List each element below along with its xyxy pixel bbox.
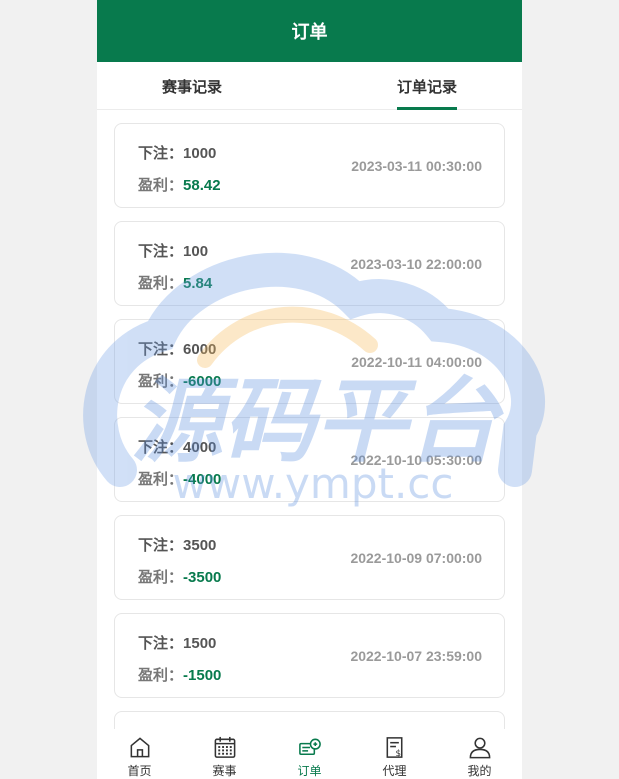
profit-row: 盈利：-4000 xyxy=(138,471,222,488)
order-card[interactable]: 下注：100 盈利：5.84 2023-03-10 22:00:00 xyxy=(114,221,505,306)
record-tabs: 赛事记录 订单记录 xyxy=(97,62,522,110)
bet-row: 下注：1500 xyxy=(138,635,217,652)
bet-amount: 4000 xyxy=(183,439,217,456)
home-icon xyxy=(130,737,149,758)
bet-row: 下注：3500 xyxy=(138,537,217,554)
nav-matches[interactable]: 赛事 xyxy=(182,729,267,779)
nav-matches-label: 赛事 xyxy=(212,764,237,778)
order-time: 2023-03-10 22:00:00 xyxy=(350,256,482,272)
svg-text:$: $ xyxy=(395,749,401,759)
tab-match-records[interactable]: 赛事记录 xyxy=(157,62,227,110)
order-card[interactable]: 下注：1500 盈利：-1500 2022-10-07 23:59:00 xyxy=(114,613,505,698)
profit-amount: -3500 xyxy=(183,569,222,586)
bottom-nav: 首页 赛事 订单 $ 代理 我的 xyxy=(97,729,522,779)
bet-amount: 6000 xyxy=(183,341,217,358)
profit-row: 盈利：-1500 xyxy=(138,667,222,684)
tab-order-records[interactable]: 订单记录 xyxy=(392,62,462,110)
order-card[interactable]: 下注：3500 盈利：-3500 2022-10-09 07:00:00 xyxy=(114,515,505,600)
bet-row: 下注：1000 xyxy=(138,145,217,162)
order-time: 2022-10-11 04:00:00 xyxy=(351,354,482,370)
order-time: 2023-03-11 00:30:00 xyxy=(351,158,482,174)
nav-orders[interactable]: 订单 xyxy=(267,729,352,779)
bet-row: 下注：4000 xyxy=(138,439,217,456)
bet-row: 下注：6000 xyxy=(138,341,217,358)
profit-row: 盈利：58.42 xyxy=(138,177,221,194)
profit-row: 盈利：-6000 xyxy=(138,373,222,390)
order-time: 2022-10-07 23:59:00 xyxy=(350,648,482,664)
page-title: 订单 xyxy=(291,22,328,42)
profit-amount: -6000 xyxy=(183,373,222,390)
nav-agent-label: 代理 xyxy=(382,764,407,778)
nav-home[interactable]: 首页 xyxy=(97,729,182,779)
order-card[interactable]: 下注：6000 盈利：-6000 2022-10-11 04:00:00 xyxy=(114,319,505,404)
profit-row: 盈利：-3500 xyxy=(138,569,222,586)
app-frame: 订单 赛事记录 订单记录 下注：1000 盈利：58.42 2023-03-11… xyxy=(97,0,522,779)
top-bar: 订单 xyxy=(97,0,522,62)
nav-mine-label: 我的 xyxy=(467,764,492,778)
order-card[interactable]: 下注：4000 盈利：-4000 2022-10-10 05:30:00 xyxy=(114,417,505,502)
bet-amount: 100 xyxy=(183,243,209,260)
bet-amount: 3500 xyxy=(183,537,217,554)
profit-amount: -1500 xyxy=(183,667,222,684)
order-list: 下注：1000 盈利：58.42 2023-03-11 00:30:00 下注：… xyxy=(114,123,505,779)
nav-mine[interactable]: 我的 xyxy=(437,729,522,779)
agent-doc-icon: $ xyxy=(386,737,402,759)
nav-home-label: 首页 xyxy=(127,764,152,778)
order-icon xyxy=(298,738,321,755)
order-time: 2022-10-09 07:00:00 xyxy=(350,550,482,566)
profit-amount: 5.84 xyxy=(183,275,213,292)
profit-amount: -4000 xyxy=(183,471,222,488)
bet-amount: 1000 xyxy=(183,145,217,162)
order-time: 2022-10-10 05:30:00 xyxy=(350,452,482,468)
bet-row: 下注：100 xyxy=(138,243,209,260)
user-icon xyxy=(469,737,490,759)
bet-amount: 1500 xyxy=(183,635,217,652)
profit-row: 盈利：5.84 xyxy=(138,275,213,292)
profit-amount: 58.42 xyxy=(183,177,221,194)
order-card[interactable]: 下注：1000 盈利：58.42 2023-03-11 00:30:00 xyxy=(114,123,505,208)
nav-orders-label: 订单 xyxy=(297,764,322,778)
nav-agent[interactable]: $ 代理 xyxy=(352,729,437,779)
calendar-icon xyxy=(214,736,235,758)
